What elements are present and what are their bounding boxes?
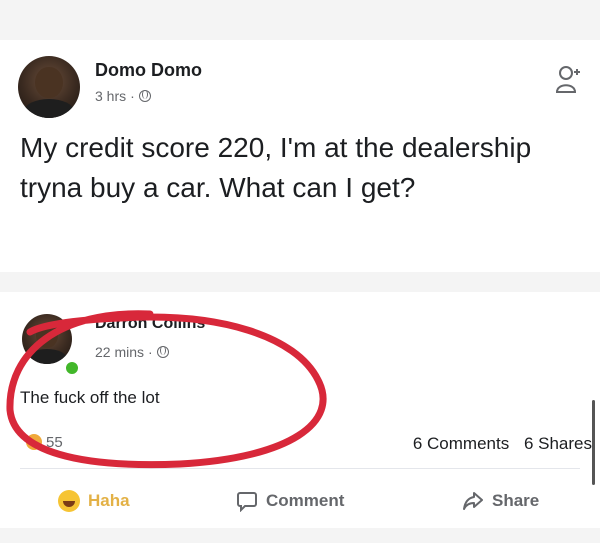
add-friend-icon[interactable] — [555, 64, 581, 94]
comment-time[interactable]: 22 mins — [95, 344, 144, 360]
post-card: Domo Domo 3 hrs · My credit score 220, I… — [0, 40, 600, 272]
post-time[interactable]: 3 hrs — [95, 88, 126, 104]
comment-body-text: The fuck off the lot — [20, 388, 160, 407]
comment-button[interactable]: Comment — [236, 490, 344, 512]
comment-label: Comment — [266, 491, 345, 510]
avatar-face — [36, 323, 58, 348]
avatar-face — [35, 67, 63, 99]
engagement-stats: 6 Comments 6 Shares — [403, 434, 592, 454]
comments-count-link[interactable]: 6 Comments — [413, 434, 509, 453]
post-body-text: My credit score 220, I'm at the dealersh… — [20, 132, 532, 203]
meta-separator: · — [148, 344, 153, 360]
comment-author-name[interactable]: Darron Collins — [95, 315, 205, 333]
post-author-avatar[interactable] — [18, 56, 80, 118]
comment-icon — [237, 492, 257, 512]
share-icon — [463, 492, 483, 510]
avatar-shirt — [27, 349, 67, 364]
share-button[interactable]: Share — [462, 490, 539, 512]
haha-emoji-icon — [58, 490, 80, 512]
comment-author-avatar[interactable] — [22, 314, 72, 364]
avatar-shirt — [24, 99, 74, 118]
post-meta: 3 hrs · — [95, 88, 151, 104]
globe-icon — [138, 90, 151, 102]
comment-meta: 22 mins · — [95, 344, 169, 360]
haha-reaction-icon[interactable] — [26, 434, 42, 450]
haha-label: Haha — [88, 491, 130, 510]
action-divider — [20, 468, 580, 469]
online-status-dot — [64, 360, 80, 376]
scrollbar-thumb[interactable] — [592, 400, 595, 485]
meta-separator: · — [130, 88, 135, 104]
post-author-name[interactable]: Domo Domo — [95, 60, 202, 81]
share-label: Share — [492, 491, 540, 510]
globe-icon — [156, 346, 169, 358]
shares-count-link[interactable]: 6 Shares — [524, 434, 592, 453]
haha-button[interactable]: Haha — [58, 490, 130, 512]
comment-card: Darron Collins 22 mins · The fuck off th… — [0, 292, 600, 528]
reaction-count[interactable]: 55 — [46, 434, 63, 451]
